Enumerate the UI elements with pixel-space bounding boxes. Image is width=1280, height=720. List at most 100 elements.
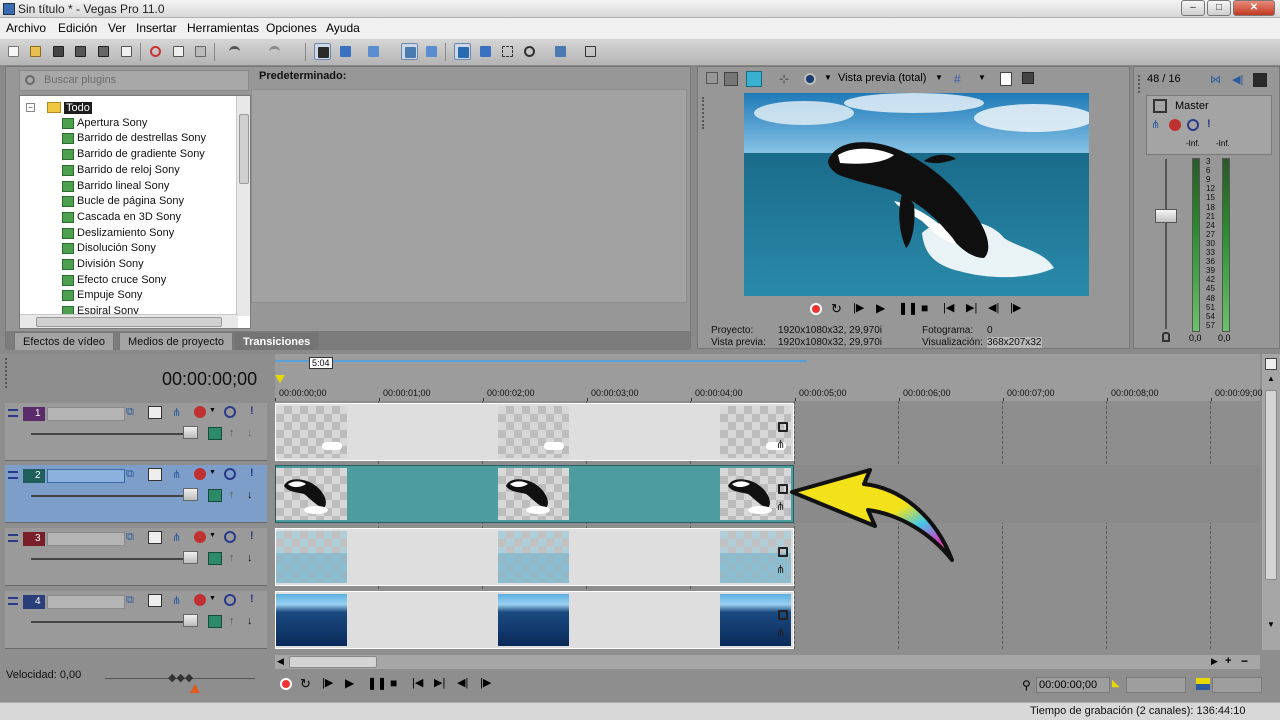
playhead-marker[interactable] bbox=[275, 375, 285, 383]
menu-edicion[interactable]: Edición bbox=[58, 21, 97, 35]
maximize-button[interactable]: □ bbox=[1207, 0, 1231, 16]
undo-icon[interactable] bbox=[226, 43, 243, 60]
play-icon[interactable]: ▶ bbox=[876, 301, 892, 317]
tree-item[interactable]: Apertura Sony bbox=[77, 117, 147, 129]
tree-item[interactable]: Empuje Sony bbox=[77, 289, 142, 301]
tree-item[interactable]: Efecto cruce Sony bbox=[77, 274, 166, 286]
track-compositing-icon[interactable]: ⋔ bbox=[172, 468, 186, 481]
track-motion-icon[interactable]: ⧉ bbox=[126, 594, 140, 607]
overlay-dropdown-icon[interactable]: ▼ bbox=[824, 73, 832, 82]
track-header[interactable]: 2 ⧉ ⋔ ▼! ↑ ↓ bbox=[5, 465, 267, 523]
track-name-field[interactable] bbox=[47, 595, 125, 609]
track-compositing-icon[interactable]: ⋔ bbox=[172, 594, 186, 607]
selection-tool-icon[interactable] bbox=[499, 43, 516, 60]
track-name-field[interactable] bbox=[47, 469, 125, 483]
bypass-fx-icon[interactable] bbox=[194, 594, 206, 606]
envelope-edit-icon[interactable] bbox=[477, 43, 494, 60]
menu-ver[interactable]: Ver bbox=[108, 21, 126, 35]
snapping-icon[interactable] bbox=[365, 43, 382, 60]
menu-opciones[interactable]: Opciones bbox=[266, 21, 317, 35]
timeline-stop-icon[interactable]: ■ bbox=[390, 676, 406, 692]
downmix-icon[interactable]: ⋈ bbox=[1210, 73, 1224, 87]
track-compositing-icon[interactable]: ⋔ bbox=[172, 406, 186, 419]
master-mute-icon[interactable] bbox=[1187, 119, 1199, 131]
timeline-next-frame-icon[interactable]: |▶ bbox=[480, 676, 496, 692]
fx-dropdown-icon[interactable]: ▼ bbox=[209, 469, 223, 482]
save-snapshot-icon[interactable] bbox=[1022, 72, 1034, 84]
master-bypass-fx-icon[interactable] bbox=[1169, 119, 1181, 131]
tree-item[interactable]: Barrido de reloj Sony bbox=[77, 164, 180, 176]
tab-project-media[interactable]: Medios de proyecto bbox=[119, 332, 233, 350]
level-slider[interactable] bbox=[183, 488, 198, 501]
compositing-mode-icon[interactable] bbox=[208, 552, 222, 565]
panel-grip[interactable] bbox=[1138, 75, 1146, 93]
next-frame-icon[interactable]: |▶ bbox=[1010, 301, 1026, 317]
tree-item[interactable]: División Sony bbox=[77, 258, 144, 270]
scroll-down-icon[interactable]: ▼ bbox=[1265, 620, 1277, 634]
track-minimize-icon[interactable] bbox=[8, 534, 18, 542]
tree-item[interactable]: Disolución Sony bbox=[77, 242, 156, 254]
speed-thumb-icon[interactable]: ◆◆◆ bbox=[168, 671, 193, 684]
track-name-field[interactable] bbox=[47, 407, 125, 421]
zoom-in-icon[interactable]: + bbox=[1225, 655, 1231, 667]
mute-icon[interactable] bbox=[224, 468, 236, 480]
tree-root[interactable]: Todo bbox=[64, 102, 92, 114]
event-fx-icon[interactable]: ⋔ bbox=[776, 626, 785, 639]
play-from-start-icon[interactable]: |▶ bbox=[853, 301, 869, 317]
menu-ayuda[interactable]: Ayuda bbox=[326, 21, 360, 35]
auto-ripple-icon[interactable] bbox=[423, 43, 440, 60]
tree-horizontal-scrollbar[interactable] bbox=[20, 314, 238, 328]
loop-playback-icon[interactable]: ↻ bbox=[831, 301, 847, 317]
make-compositing-parent-icon[interactable]: ↓ bbox=[247, 552, 261, 565]
track-header[interactable]: 1 ⧉ ⋔ ▼! ↑ ↓ bbox=[5, 403, 267, 461]
track-minimize-icon[interactable] bbox=[8, 471, 18, 479]
timeline-record-icon[interactable] bbox=[278, 676, 294, 692]
new-file-icon[interactable] bbox=[5, 43, 22, 60]
preview-quality-select[interactable]: Vista previa (total) bbox=[838, 72, 926, 84]
track-minimize-icon[interactable] bbox=[8, 409, 18, 417]
lock-icon[interactable] bbox=[1162, 332, 1170, 342]
zoom-box-icon[interactable] bbox=[1265, 358, 1277, 370]
event-pan-crop-icon[interactable] bbox=[778, 610, 788, 620]
track-header[interactable]: 4 ⧉ ⋔ ▼! ↑ ↓ bbox=[5, 591, 267, 649]
timeline-grip[interactable] bbox=[5, 358, 13, 388]
timeline-vertical-scrollbar[interactable]: ▲ ▼ bbox=[1262, 354, 1280, 650]
record-icon[interactable] bbox=[808, 301, 824, 317]
scroll-right-icon[interactable]: ▶ bbox=[1211, 656, 1218, 667]
redo-icon[interactable] bbox=[266, 43, 283, 60]
cut-icon[interactable] bbox=[147, 43, 164, 60]
track-fx-icon[interactable] bbox=[148, 468, 162, 481]
tab-transitions[interactable]: Transiciones bbox=[234, 332, 320, 350]
master-fx-icon[interactable]: ⋔ bbox=[1151, 118, 1160, 131]
track-motion-icon[interactable]: ⧉ bbox=[126, 406, 140, 419]
track-fx-icon[interactable] bbox=[148, 531, 162, 544]
master-fader[interactable] bbox=[1155, 209, 1177, 223]
copy-snapshot-icon[interactable] bbox=[1000, 72, 1012, 86]
search-input[interactable]: Buscar plugins bbox=[19, 70, 249, 91]
level-slider[interactable] bbox=[183, 426, 198, 439]
mute-icon[interactable] bbox=[224, 531, 236, 543]
copy-icon[interactable] bbox=[170, 43, 187, 60]
track-lane[interactable]: ⋔ bbox=[275, 591, 1260, 649]
make-compositing-child-icon[interactable]: ↑ bbox=[229, 552, 243, 565]
fx-dropdown-icon[interactable]: ▼ bbox=[209, 532, 223, 545]
track-motion-icon[interactable]: ⧉ bbox=[126, 531, 140, 544]
timeline-prev-frame-icon[interactable]: ◀| bbox=[457, 676, 473, 692]
track-compositing-icon[interactable]: ⋔ bbox=[172, 531, 186, 544]
save-icon[interactable] bbox=[50, 43, 67, 60]
paste-icon[interactable] bbox=[192, 43, 209, 60]
compositing-mode-icon[interactable] bbox=[208, 489, 222, 502]
go-to-end-icon[interactable]: ▶| bbox=[966, 301, 982, 317]
solo-icon[interactable]: ! bbox=[250, 530, 264, 543]
tab-video-effects[interactable]: Efectos de vídeo bbox=[14, 332, 114, 350]
preview-properties-icon[interactable] bbox=[724, 72, 738, 86]
fx-dropdown-icon[interactable]: ▼ bbox=[209, 595, 223, 608]
scroll-thumb[interactable] bbox=[1265, 390, 1277, 580]
bypass-fx-icon[interactable] bbox=[194, 468, 206, 480]
zoom-out-icon[interactable]: − bbox=[1241, 654, 1248, 668]
previous-frame-icon[interactable]: ◀| bbox=[988, 301, 1004, 317]
tree-item[interactable]: Deslizamiento Sony bbox=[77, 227, 174, 239]
scroll-up-icon[interactable]: ▲ bbox=[1265, 374, 1277, 388]
loop-start-field[interactable] bbox=[1126, 677, 1186, 693]
overlay-icon[interactable] bbox=[804, 73, 816, 85]
